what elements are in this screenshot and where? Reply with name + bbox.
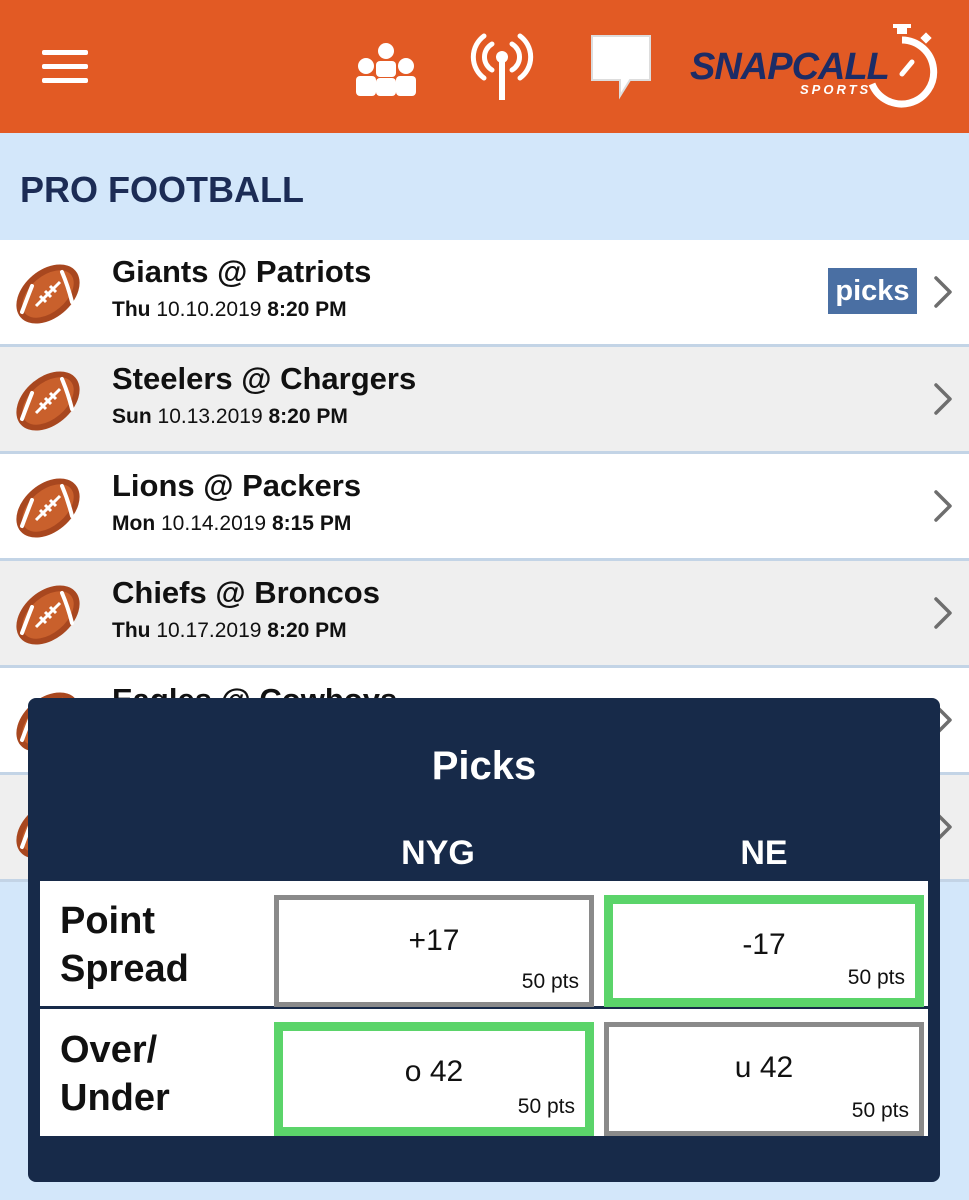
game-datetime: Thu 10.10.2019 8:20 PM [112, 298, 347, 322]
game-time: 8:20 PM [268, 405, 348, 428]
game-teams: Lions @ Packers [112, 468, 362, 503]
column-header-away: NYG [401, 834, 475, 872]
game-day: Thu [112, 298, 151, 321]
game-time: 8:20 PM [267, 298, 347, 321]
chevron-right-icon[interactable] [932, 274, 954, 310]
pick-cell-spread-home[interactable]: -17 50 pts [604, 895, 924, 1007]
pick-cell-total-over[interactable]: o 42 50 pts [274, 1022, 594, 1136]
game-row[interactable]: Lions @ Packers Mon 10.14.2019 8:15 PM [0, 454, 969, 561]
pick-value: +17 [408, 924, 460, 957]
section-header: PRO FOOTBALL [0, 133, 969, 240]
picks-modal: Picks NYG NE Point Spread Over/ Under +1… [28, 698, 940, 1182]
game-time: 8:15 PM [271, 512, 352, 535]
game-datetime: Sun 10.13.2019 8:20 PM [112, 405, 348, 429]
football-icon [10, 363, 86, 439]
game-teams: Giants @ Patriots [112, 254, 372, 289]
chevron-right-icon[interactable] [932, 595, 954, 631]
row-label-over-under: Over/ Under [60, 1029, 170, 1119]
pick-points: 50 pts [851, 1099, 909, 1122]
football-icon [10, 470, 86, 546]
game-day: Thu [112, 619, 151, 642]
game-date: 10.17.2019 [156, 619, 262, 642]
pick-value: o 42 [404, 1055, 464, 1088]
column-header-home: NE [740, 834, 788, 872]
football-icon [10, 256, 86, 332]
game-teams: Chiefs @ Broncos [112, 575, 380, 610]
picks-badge[interactable]: picks [828, 268, 917, 314]
game-row[interactable]: Giants @ Patriots Thu 10.10.2019 8:20 PM p… [0, 240, 969, 347]
chevron-right-icon[interactable] [932, 488, 954, 524]
people-icon[interactable] [354, 42, 418, 98]
pick-cell-total-under[interactable]: u 42 50 pts [604, 1022, 924, 1136]
pick-points: 50 pts [847, 966, 905, 989]
pick-value: -17 [742, 928, 786, 961]
chat-icon[interactable] [588, 32, 654, 100]
stopwatch-icon [868, 24, 938, 108]
pick-cell-spread-away[interactable]: +17 50 pts [274, 895, 594, 1007]
football-icon [10, 577, 86, 653]
game-datetime: Thu 10.17.2019 8:20 PM [112, 619, 347, 643]
game-date: 10.14.2019 [161, 512, 267, 535]
section-title: PRO FOOTBALL [20, 169, 304, 210]
game-date: 10.10.2019 [156, 298, 262, 321]
game-day: Sun [112, 405, 152, 428]
pick-points: 50 pts [521, 970, 579, 993]
picks-grid: Point Spread Over/ Under +17 50 pts -17 … [40, 881, 928, 1136]
game-datetime: Mon 10.14.2019 8:15 PM [112, 512, 351, 536]
menu-icon[interactable] [42, 50, 88, 84]
game-row[interactable]: Chiefs @ Broncos Thu 10.17.2019 8:20 PM [0, 561, 969, 668]
top-bar: SNAPCALL SPORTS [0, 0, 969, 133]
pick-value: u 42 [734, 1051, 794, 1084]
game-date: 10.13.2019 [157, 405, 263, 428]
row-label-point-spread: Point Spread [60, 900, 189, 990]
snapcall-logo[interactable]: SNAPCALL SPORTS [690, 24, 945, 108]
broadcast-icon[interactable] [470, 28, 534, 102]
game-time: 8:20 PM [267, 619, 347, 642]
chevron-right-icon[interactable] [932, 381, 954, 417]
pick-points: 50 pts [517, 1095, 575, 1118]
game-row[interactable]: Steelers @ Chargers Sun 10.13.2019 8:20 P… [0, 347, 969, 454]
game-teams: Steelers @ Chargers [112, 361, 417, 396]
game-day: Mon [112, 512, 156, 535]
modal-title: Picks [431, 744, 537, 788]
